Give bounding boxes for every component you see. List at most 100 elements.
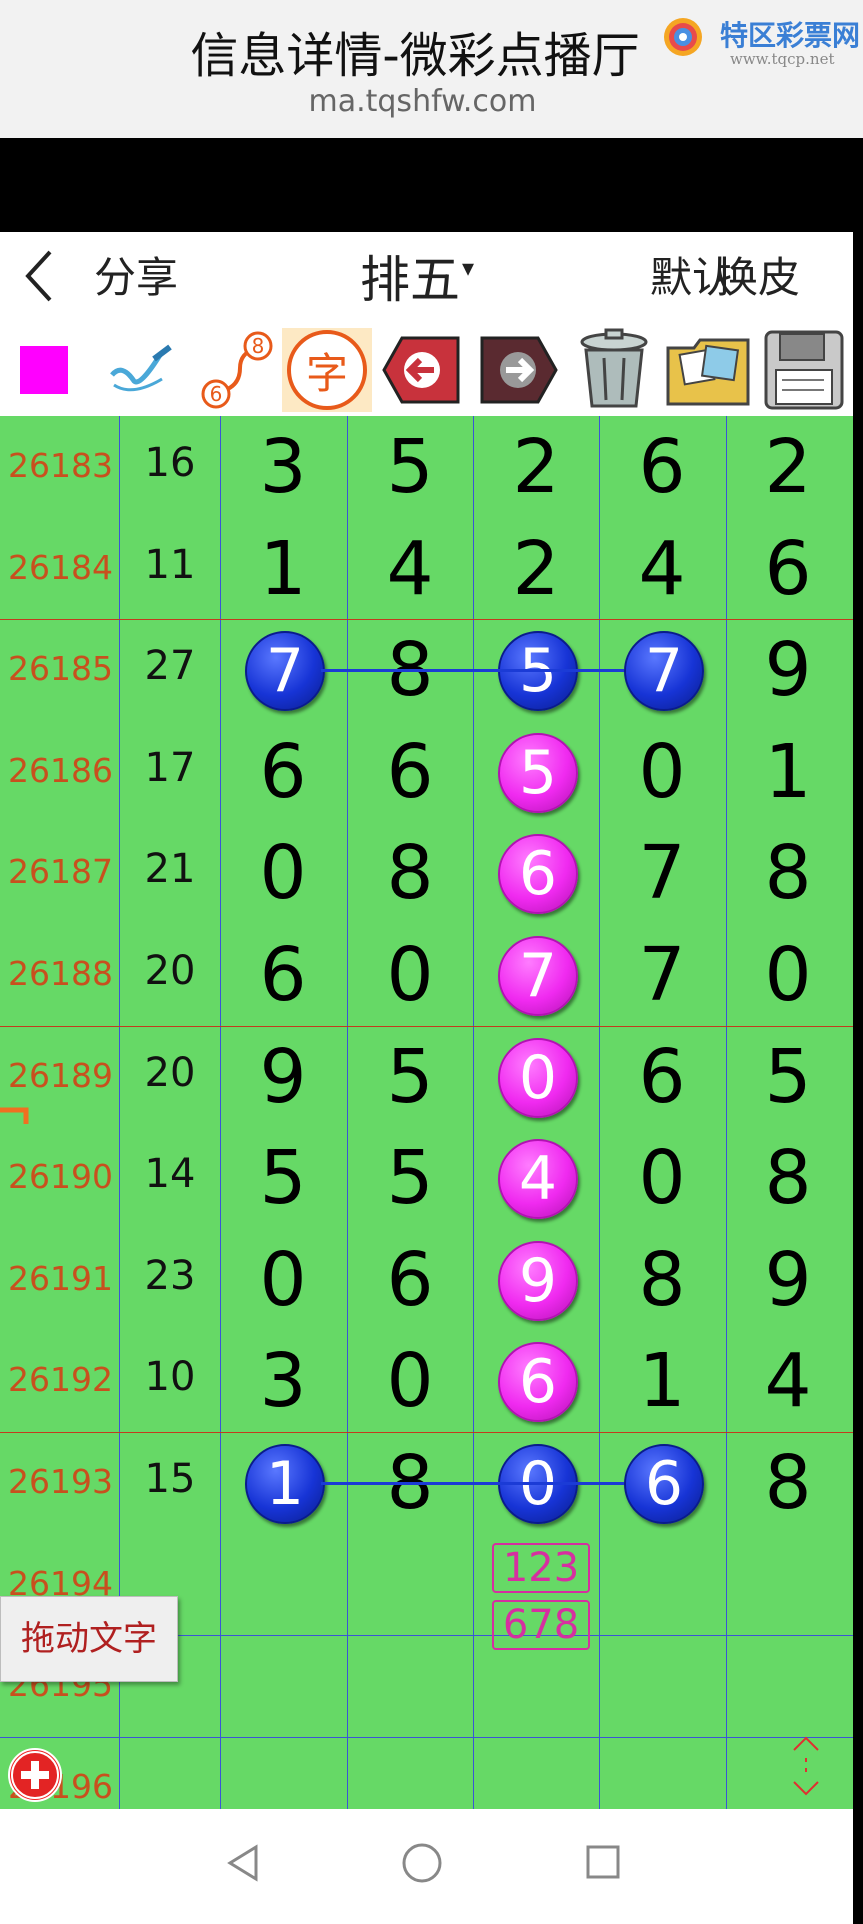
digit-cell[interactable]: 6 [220,930,346,1020]
magenta-ball-digit[interactable]: 0 [498,1038,578,1118]
digit-cell[interactable]: 8 [725,1438,851,1528]
lottery-grid[interactable]: 26183 16 3 5 2 6 2 26184 11 1 4 2 4 6 26185 27 7 8 5 7 9 2618… [0,416,853,1809]
ball-connector-line [321,1482,624,1485]
path-6-8-icon[interactable]: 8 6 [192,328,280,412]
digit-cell[interactable]: 4 [599,524,725,614]
magenta-ball-digit[interactable]: 9 [498,1241,578,1321]
share-button[interactable]: 分享 [94,244,178,305]
page-url[interactable]: ma.tqshfw.com [0,84,845,119]
watermark-logo-icon [664,18,702,56]
digit-cell[interactable]: 5 [725,1032,851,1122]
digit-cell[interactable]: 2 [473,524,599,614]
triangle-back-icon[interactable] [226,1843,260,1883]
digit-sum: 20 [144,948,196,994]
blue-ball-digit[interactable]: 6 [624,1444,704,1524]
table-row[interactable]: 26186 17 6 6 5 0 1 [0,721,853,822]
digit-cell[interactable]: 7 [599,930,725,1020]
table-row[interactable]: 26192 10 3 0 6 1 4 [0,1330,853,1431]
change-skin-button[interactable]: 换皮 [716,244,800,305]
digit-cell[interactable]: 6 [347,727,473,817]
digit-cell[interactable]: 0 [347,930,473,1020]
system-nav-bar [0,1809,853,1924]
pen-check-icon[interactable] [96,328,184,412]
digit-cell[interactable]: 4 [347,524,473,614]
table-row[interactable]: 26183 16 3 5 2 6 2 [0,416,853,517]
issue-number: 26188 [8,954,113,993]
digit-cell[interactable]: 3 [220,422,346,512]
magenta-ball-digit[interactable]: 7 [498,936,578,1016]
digit-cell[interactable]: 0 [599,1133,725,1223]
text-char-icon[interactable]: 字 [282,328,372,412]
digit-cell[interactable]: 6 [347,1235,473,1325]
digit-cell[interactable]: 5 [347,1032,473,1122]
blue-ball-digit[interactable]: 7 [245,631,325,711]
digit-cell[interactable]: 0 [347,1336,473,1426]
drawing-toolbar: 8 6 字 [0,322,853,416]
digit-cell[interactable]: 1 [725,727,851,817]
plus-circle-icon[interactable] [8,1748,62,1802]
magenta-ball-digit[interactable]: 6 [498,1342,578,1422]
prediction-box-1[interactable]: 123 [492,1543,590,1593]
issue-number: 26192 [8,1360,113,1399]
digit-cell[interactable]: 1 [220,524,346,614]
scroll-updown-icon[interactable] [786,1734,826,1798]
magenta-ball-digit[interactable]: 4 [498,1139,578,1219]
square-recent-icon[interactable] [584,1843,622,1881]
photo-folder-icon[interactable] [664,328,752,412]
digit-cell[interactable]: 8 [347,828,473,918]
digit-cell[interactable]: 1 [599,1336,725,1426]
digit-sum: 23 [144,1253,196,1299]
digit-cell[interactable]: 5 [347,422,473,512]
table-row[interactable]: 26188 20 6 0 7 7 0 [0,924,853,1025]
digit-cell[interactable]: 7 [599,828,725,918]
table-row[interactable]: 26184 11 1 4 2 4 6 [0,518,853,619]
circle-home-icon[interactable] [400,1841,444,1885]
digit-cell[interactable]: 0 [599,727,725,817]
digit-cell[interactable]: 6 [220,727,346,817]
digit-cell[interactable]: 8 [725,828,851,918]
magenta-ball-digit[interactable]: 6 [498,834,578,914]
undo-arrow-icon[interactable] [378,328,466,412]
digit-cell[interactable]: 6 [599,422,725,512]
digit-cell[interactable]: 2 [725,422,851,512]
trash-icon[interactable] [570,328,658,412]
digit-cell[interactable]: 8 [599,1235,725,1325]
digit-cell[interactable]: 4 [725,1336,851,1426]
blue-ball-digit[interactable]: 7 [624,631,704,711]
digit-cell[interactable]: 9 [220,1032,346,1122]
digit-cell[interactable]: 5 [220,1133,346,1223]
chevron-left-icon[interactable] [20,246,60,306]
digit-sum: 11 [144,542,196,588]
watermark: 特区彩票网 www.tqcp.net [662,12,862,68]
color-square-icon[interactable] [0,328,88,412]
digit-cell[interactable]: 6 [599,1032,725,1122]
digit-cell[interactable]: 9 [725,625,851,715]
digit-cell[interactable]: 0 [725,930,851,1020]
digit-cell[interactable]: 6 [725,524,851,614]
digit-cell[interactable]: 0 [220,1235,346,1325]
table-row[interactable]: 26190 14 5 5 4 0 8 [0,1127,853,1228]
save-disk-icon[interactable] [760,328,848,412]
app-container: 分享 排五 ▾ 默认 换皮 8 6 字 26183 16 3 5 2 6 2 2… [0,232,853,1809]
table-row[interactable]: 26189 20 9 5 0 6 5 [0,1026,853,1127]
issue-number: 26185 [8,649,113,688]
digit-cell[interactable]: 2 [473,422,599,512]
orange-arrow-icon [0,1107,29,1124]
digit-sum: 14 [144,1151,196,1197]
table-row[interactable]: 26187 21 0 8 6 7 8 [0,822,853,923]
table-row[interactable]: 26191 23 0 6 9 8 9 [0,1229,853,1330]
prediction-box-2[interactable]: 678 [492,1600,590,1650]
magenta-ball-digit[interactable]: 5 [498,733,578,813]
digit-cell[interactable]: 5 [347,1133,473,1223]
lottery-selector[interactable]: 排五 [360,240,460,312]
blue-ball-digit[interactable]: 1 [245,1444,325,1524]
digit-cell[interactable]: 0 [220,828,346,918]
issue-number: 26191 [8,1259,113,1298]
redo-arrow-icon[interactable] [474,328,562,412]
caret-down-icon[interactable]: ▾ [462,254,474,282]
digit-cell[interactable]: 8 [725,1133,851,1223]
drag-text-button[interactable]: 拖动文字 [0,1596,178,1682]
digit-cell[interactable]: 9 [725,1235,851,1325]
digit-cell[interactable]: 3 [220,1336,346,1426]
table-row[interactable]: 26196 [0,1737,853,1809]
